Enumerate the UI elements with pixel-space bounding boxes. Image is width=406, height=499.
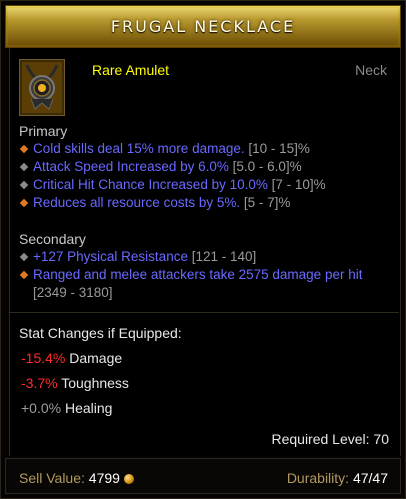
grey-diamond-bullet-icon bbox=[19, 252, 29, 262]
secondary-heading: Secondary bbox=[19, 231, 86, 247]
item-tooltip: FRUGAL NECKLACE Rare Amulet Neck Primary… bbox=[0, 0, 406, 499]
item-slot: Neck bbox=[355, 62, 387, 78]
stat-change-row: -15.4% Damage bbox=[21, 350, 123, 366]
grey-diamond-bullet-icon bbox=[19, 162, 29, 172]
tooltip-footer: Sell Value: 4799 Durability: 47/47 bbox=[5, 458, 401, 494]
amulet-icon bbox=[25, 64, 59, 110]
primary-affix: Cold skills deal 15% more damage. [10 - … bbox=[19, 141, 310, 156]
primary-affix: Critical Hit Chance Increased by 10.0% [… bbox=[19, 177, 326, 192]
primary-heading: Primary bbox=[19, 123, 68, 139]
durability: Durability: 47/47 bbox=[286, 470, 388, 486]
tooltip-header: FRUGAL NECKLACE bbox=[5, 5, 401, 48]
item-icon-frame bbox=[19, 59, 65, 116]
grey-diamond-bullet-icon bbox=[19, 180, 29, 190]
stat-change-row: +0.0% Healing bbox=[21, 400, 113, 416]
item-rarity-type: Rare Amulet bbox=[92, 62, 170, 78]
item-title: FRUGAL NECKLACE bbox=[110, 17, 296, 36]
orange-diamond-bullet-icon bbox=[19, 198, 29, 208]
orange-diamond-bullet-icon bbox=[19, 270, 29, 280]
secondary-affix: +127 Physical Resistance [121 - 140] bbox=[19, 249, 256, 264]
primary-affix: Reduces all resource costs by 5%. [5 - 7… bbox=[19, 195, 290, 210]
stat-changes-heading: Stat Changes if Equipped: bbox=[19, 325, 182, 341]
gold-coin-icon bbox=[123, 474, 134, 484]
orange-diamond-bullet-icon bbox=[19, 144, 29, 154]
sell-value: Sell Value: 4799 bbox=[19, 470, 134, 486]
secondary-affix-range: [2349 - 3180] bbox=[33, 285, 113, 300]
divider bbox=[9, 312, 399, 313]
primary-affix: Attack Speed Increased by 6.0% [5.0 - 6.… bbox=[19, 159, 302, 174]
stat-change-row: -3.7% Toughness bbox=[21, 375, 129, 391]
required-level: Required Level: 70 bbox=[271, 431, 389, 447]
secondary-affix: Ranged and melee attackers take 2575 dam… bbox=[19, 267, 362, 282]
